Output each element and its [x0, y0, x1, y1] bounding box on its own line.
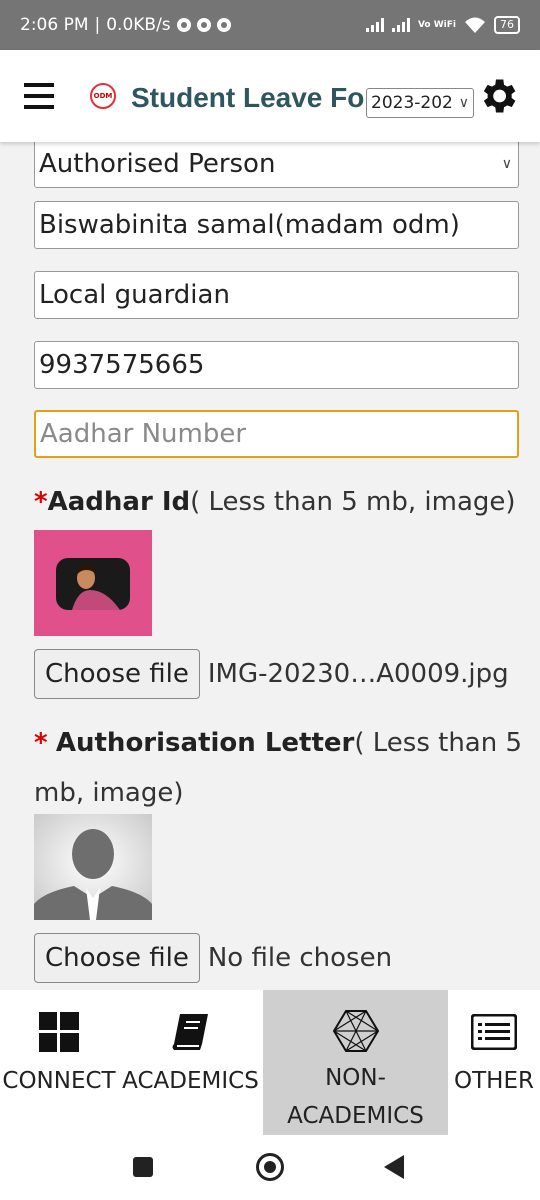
book-icon	[172, 1014, 208, 1050]
app-logo: ODM	[90, 83, 116, 109]
authorisation-letter-label: * Authorisation Letter( Less than 5	[34, 728, 523, 758]
menu-icon[interactable]	[24, 83, 54, 113]
aadhar-number-placeholder: Aadhar Number	[40, 419, 247, 449]
year-select[interactable]: 2023-202 ∨	[366, 88, 474, 118]
status-bar: 2:06 PM | 0.0KB/s Vo WiFi 76	[0, 0, 540, 50]
status-time: 2:06 PM	[20, 15, 89, 35]
home-icon[interactable]	[256, 1153, 284, 1181]
nav-academics[interactable]: ACADEMICS	[118, 990, 263, 1135]
aadhar-file-chooser: Choose file IMG-20230…A0009.jpg	[34, 649, 509, 699]
status-speed: 0.0KB/s	[106, 15, 171, 35]
authorisation-file-chooser: Choose file No file chosen	[34, 933, 392, 983]
page-title: Student Leave Form	[131, 82, 366, 113]
notification-icon	[176, 18, 191, 32]
person-name-field[interactable]: Biswabinita samal(madam odm)	[34, 201, 519, 249]
signal-icon-2	[391, 18, 410, 32]
app-header: ODM Student Leave Form 2023-202 ∨	[0, 50, 540, 142]
aadhar-file-name: IMG-20230…A0009.jpg	[207, 659, 509, 689]
back-icon[interactable]	[384, 1155, 404, 1179]
chevron-down-icon: ∨	[501, 156, 512, 172]
choose-file-button[interactable]: Choose file	[34, 649, 200, 699]
signal-icon	[365, 18, 384, 32]
gear-icon[interactable]	[476, 74, 520, 118]
authorised-person-select[interactable]: Authorised Person ∨	[34, 142, 519, 188]
avatar-placeholder-image	[34, 814, 152, 920]
recent-apps-icon[interactable]	[133, 1157, 153, 1177]
windows-icon	[39, 1012, 79, 1052]
bottom-navigation: CONNECT ACADEMICS NON- ACADEMICS OTHER	[0, 990, 540, 1135]
chevron-down-icon: ∨	[458, 95, 469, 111]
aadhar-id-label: *Aadhar Id( Less than 5 mb, image)	[34, 487, 516, 517]
nav-other[interactable]: OTHER	[448, 990, 540, 1135]
aadhar-number-input[interactable]: Aadhar Number	[34, 410, 519, 458]
polyhedron-icon	[332, 1009, 379, 1052]
system-navigation-bar	[0, 1135, 540, 1200]
authorisation-letter-label-line2: mb, image)	[34, 778, 184, 808]
year-select-value: 2023-202	[371, 93, 453, 113]
relation-field[interactable]: Local guardian	[34, 271, 519, 319]
nav-academics-label: ACADEMICS	[122, 1068, 259, 1094]
chrome-icon	[196, 18, 211, 32]
choose-file-button-2[interactable]: Choose file	[34, 933, 200, 983]
nav-connect-label: CONNECT	[2, 1068, 116, 1094]
wifi-icon	[465, 17, 485, 33]
aadhar-preview-image	[34, 530, 152, 636]
nav-connect[interactable]: CONNECT	[0, 990, 118, 1135]
phone-field[interactable]: 9937575665	[34, 341, 519, 389]
nav-non-academics-label-2: ACADEMICS	[287, 1103, 424, 1129]
list-icon	[471, 1014, 517, 1050]
battery-indicator: 76	[494, 16, 520, 34]
nav-non-academics[interactable]: NON- ACADEMICS	[263, 990, 448, 1135]
chrome-icon-2	[216, 18, 231, 32]
leave-form: Authorised Person ∨ Biswabinita samal(ma…	[0, 142, 540, 990]
nav-other-label: OTHER	[454, 1068, 534, 1094]
authorisation-file-name: No file chosen	[207, 943, 393, 973]
nav-non-academics-label-1: NON-	[325, 1065, 386, 1091]
vowifi-label: Vo WiFi	[417, 19, 456, 30]
